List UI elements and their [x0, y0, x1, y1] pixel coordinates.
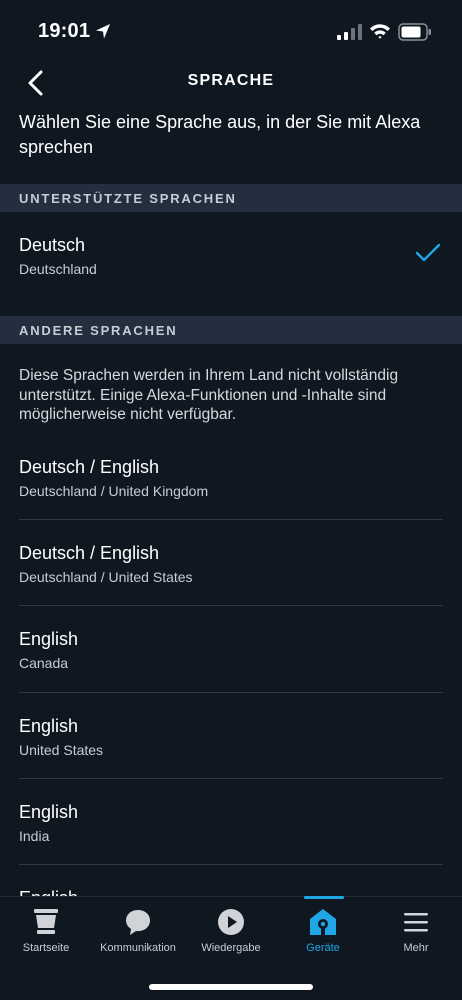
section-header-supported: UNTERSTÜTZTE SPRACHEN: [0, 184, 462, 212]
tab-geraete[interactable]: Geräte: [277, 897, 369, 967]
play-icon: [218, 909, 244, 935]
language-item[interactable]: English United States: [0, 693, 462, 779]
language-item[interactable]: Deutsch / English Deutschland / United K…: [0, 434, 462, 520]
language-region: India: [19, 828, 50, 844]
language-name: Deutsch / English: [19, 543, 160, 563]
language-item-deutsch-deutschland[interactable]: Deutsch Deutschland: [0, 212, 462, 298]
status-time: 19:01: [38, 20, 91, 42]
tab-label: Mehr: [403, 942, 429, 954]
language-region: Deutschland / United Kingdom: [19, 483, 209, 499]
section-title: ANDERE SPRACHEN: [19, 323, 178, 338]
home-indicator: [149, 984, 313, 990]
language-name: Deutsch: [19, 235, 86, 255]
menu-icon: [404, 913, 428, 932]
chat-icon: [126, 910, 150, 935]
intro-text: Wählen Sie eine Sprache aus, in der Sie …: [19, 112, 421, 157]
page-title: SPRACHE: [187, 72, 275, 89]
language-region: Deutschland: [19, 261, 97, 277]
wifi-icon: [370, 24, 390, 39]
devices-icon: [310, 909, 336, 935]
cellular-signal-icon: [337, 24, 362, 40]
checkmark-icon: [415, 243, 441, 262]
screen: 19:01 SPRACHE Wählen Sie eine Sprache au…: [0, 0, 462, 1000]
language-name: Deutsch / English: [19, 457, 160, 477]
battery-icon: [398, 23, 431, 41]
language-name: English: [19, 716, 79, 736]
tab-startseite[interactable]: Startseite: [0, 897, 92, 967]
section-title: UNTERSTÜTZTE SPRACHEN: [19, 191, 237, 206]
language-item[interactable]: English India: [0, 779, 462, 865]
language-region: Deutschland / United States: [19, 569, 193, 585]
language-item[interactable]: English Canada: [0, 606, 462, 692]
language-item[interactable]: Deutsch / English Deutschland / United S…: [0, 520, 462, 606]
language-region: United States: [19, 742, 104, 758]
section-header-other: ANDERE SPRACHEN: [0, 316, 462, 344]
status-bar: 19:01: [0, 0, 462, 56]
language-name: English: [19, 629, 79, 649]
location-arrow-icon: [96, 24, 110, 39]
header: SPRACHE: [0, 56, 462, 108]
language-region: Canada: [19, 655, 69, 671]
other-languages-note: Diese Sprachen werden in Ihrem Land nich…: [19, 367, 399, 423]
tab-wiedergabe[interactable]: Wiedergabe: [185, 897, 277, 967]
tab-kommunikation[interactable]: Kommunikation: [92, 897, 184, 967]
language-name: English: [19, 802, 79, 822]
tab-mehr[interactable]: Mehr: [370, 897, 462, 967]
home-icon: [34, 909, 58, 934]
